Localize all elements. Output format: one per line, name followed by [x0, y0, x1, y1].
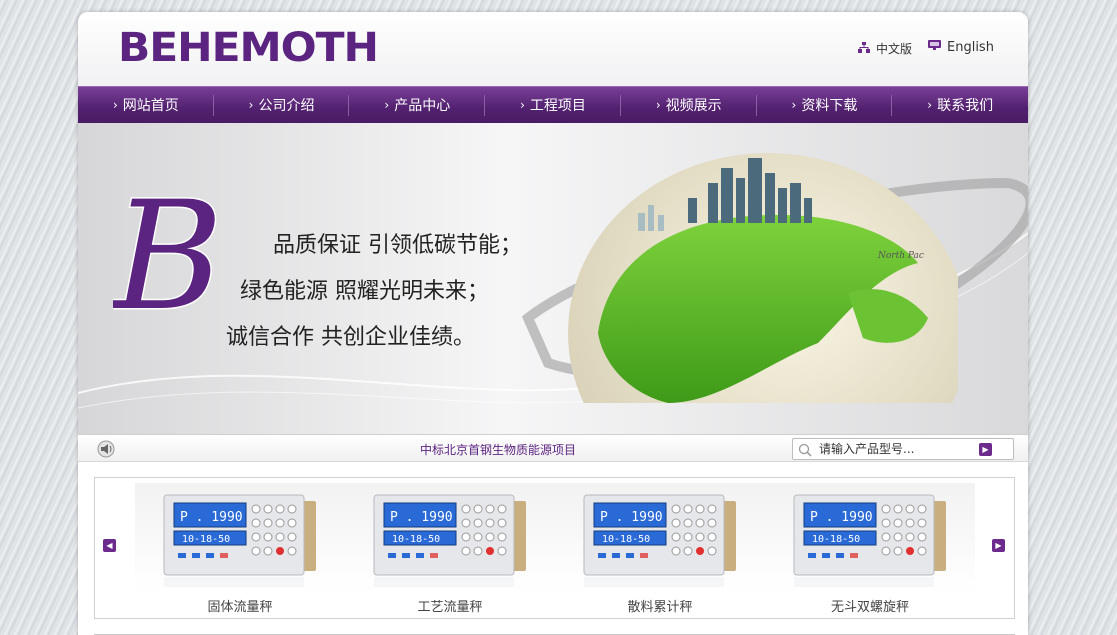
product-display-top: P . 1990: [600, 510, 663, 525]
nav-item-home[interactable]: › 网站首页: [78, 87, 214, 123]
nav-item-about[interactable]: › 公司介绍: [214, 87, 350, 123]
main-nav: › 网站首页 › 公司介绍 › 产品中心 › 工程项目 › 视频展示 › 资料下载 › 联系我…: [78, 86, 1028, 123]
nav-label: 联系我们: [937, 98, 994, 114]
product-display-bottom: 10-18-50: [392, 534, 440, 545]
search-icon: [798, 442, 812, 461]
product-display-top: P . 1990: [390, 510, 453, 525]
news-headline-link[interactable]: 中标北京首钢生物质能源项目: [420, 441, 576, 458]
triangle-right-icon: ▶: [982, 445, 989, 454]
lang-chinese-link[interactable]: 中文版: [858, 40, 912, 57]
product-display-bottom: 10-18-50: [812, 534, 860, 545]
product-search: ▶: [792, 438, 1014, 460]
triangle-left-icon: ◀: [106, 541, 113, 550]
b-monogram: B: [113, 183, 225, 323]
search-input[interactable]: [819, 441, 969, 457]
monitor-icon: [928, 40, 941, 55]
product-display-top: P . 1990: [180, 510, 243, 525]
news-bar: 中标北京首钢生物质能源项目 ▶: [78, 434, 1028, 462]
product-display-bottom: 10-18-50: [602, 534, 650, 545]
weighing-controller-image: P . 1990 10-18-50: [373, 494, 526, 587]
nav-item-downloads[interactable]: › 资料下载: [757, 87, 893, 123]
product-carousel: ◀ P . 1990 10-18-50 固体流量秤 P . 1990 10-18…: [94, 477, 1015, 619]
product-card[interactable]: P . 1990 10-18-50 固体流量秤: [135, 483, 345, 615]
product-name[interactable]: 无斗双螺旋秤: [765, 596, 975, 615]
triangle-right-icon: ▶: [995, 541, 1002, 550]
carousel-prev-button[interactable]: ◀: [103, 539, 116, 552]
nav-item-contact[interactable]: › 联系我们: [892, 87, 1028, 123]
product-card[interactable]: P . 1990 10-18-50 工艺流量秤: [345, 483, 555, 615]
chevron-right-icon: ›: [384, 98, 390, 112]
search-submit-button[interactable]: ▶: [979, 443, 992, 456]
chevron-right-icon: ›: [248, 98, 254, 112]
nav-label: 公司介绍: [258, 98, 315, 114]
weighing-controller-image: P . 1990 10-18-50: [793, 494, 946, 587]
weighing-controller-image: P . 1990 10-18-50: [163, 494, 316, 587]
lang-chinese-label: 中文版: [876, 42, 913, 56]
product-name[interactable]: 固体流量秤: [135, 596, 345, 615]
product-name[interactable]: 工艺流量秤: [345, 596, 555, 615]
chevron-right-icon: ›: [927, 98, 933, 112]
product-card[interactable]: P . 1990 10-18-50 无斗双螺旋秤: [765, 483, 975, 615]
b-monogram-letter: B: [113, 183, 223, 323]
nav-label: 网站首页: [122, 98, 179, 114]
page-container: BEHEMOTH 中文版 English › 网站首页 › 公司介绍 › 产品中心 ›…: [78, 12, 1028, 635]
banner-slogan-2: 绿色能源 照耀光明未来；: [240, 279, 489, 304]
site-header: BEHEMOTH 中文版 English: [78, 12, 1028, 86]
site-logo[interactable]: BEHEMOTH: [118, 26, 379, 70]
nav-item-videos[interactable]: › 视频展示: [621, 87, 757, 123]
banner-slogan-1: 品质保证 引领低碳节能；: [273, 233, 522, 258]
hero-banner: B 品质保证 引领低碳节能； 绿色能源 照耀光明未来； 诚信合作 共创企业佳绩。: [78, 123, 1028, 434]
nav-label: 工程项目: [529, 98, 586, 114]
chevron-right-icon: ›: [112, 98, 118, 112]
lang-english-label: English: [947, 40, 994, 55]
chevron-right-icon: ›: [520, 98, 525, 112]
carousel-next-button[interactable]: ▶: [992, 539, 1005, 552]
product-display-bottom: 10-18-50: [182, 534, 230, 545]
nav-item-projects[interactable]: › 工程项目: [485, 87, 621, 123]
sitemap-icon: [858, 41, 870, 56]
chevron-right-icon: ›: [655, 98, 661, 112]
green-globe-city-graphic: North Pac: [568, 153, 958, 403]
nav-item-products[interactable]: › 产品中心: [349, 87, 485, 123]
lang-english-link[interactable]: English: [928, 40, 994, 55]
product-card[interactable]: P . 1990 10-18-50 散料累计秤: [555, 483, 765, 615]
nav-label: 视频展示: [665, 98, 722, 114]
nav-label: 产品中心: [394, 98, 451, 114]
product-name[interactable]: 散料累计秤: [555, 596, 765, 615]
nav-label: 资料下载: [801, 98, 858, 114]
product-display-top: P . 1990: [810, 510, 873, 525]
weighing-controller-image: P . 1990 10-18-50: [583, 494, 736, 587]
banner-slogan-3: 诚信合作 共创企业佳绩。: [226, 325, 475, 350]
map-label: North Pac: [877, 251, 924, 261]
speaker-icon: [96, 439, 116, 463]
chevron-right-icon: ›: [791, 98, 797, 112]
